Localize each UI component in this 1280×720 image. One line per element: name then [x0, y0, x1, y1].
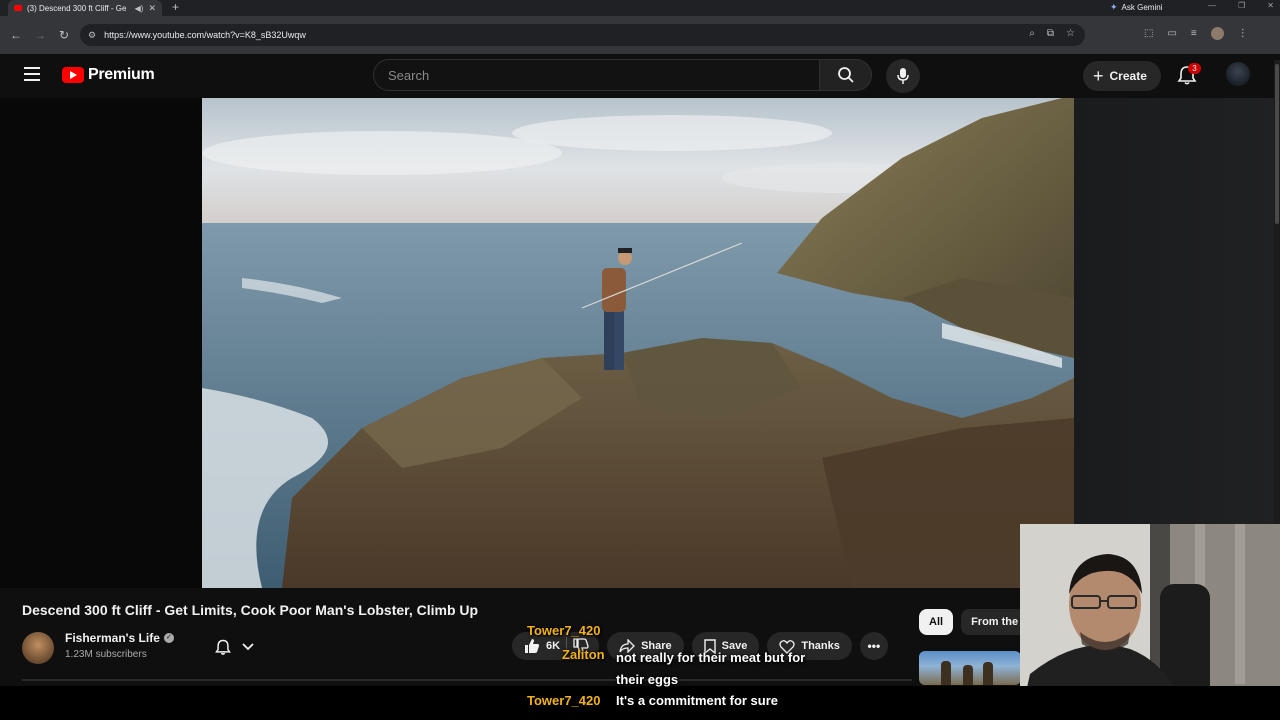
- subscriber-count: 1.23M subscribers: [65, 649, 147, 660]
- site-info-icon[interactable]: ⚙: [88, 30, 96, 41]
- forward-icon[interactable]: →: [28, 28, 52, 42]
- gemini-sparkle-icon: ✦: [1110, 2, 1118, 12]
- left-ambient-area: [0, 98, 202, 588]
- channel-avatar[interactable]: [22, 632, 54, 664]
- subscription-notifications-button[interactable]: [202, 634, 266, 660]
- thumbnail-figure: [941, 661, 951, 685]
- right-ambient-area: [1074, 98, 1280, 528]
- install-icon[interactable]: ⧉: [1047, 28, 1054, 39]
- browser-extension-icons: ⬚ ▭ ≡ ⋮: [1144, 27, 1248, 40]
- hamburger-menu-icon[interactable]: [24, 67, 40, 81]
- tab-close-icon[interactable]: ✕: [148, 3, 156, 14]
- ask-gemini-label: Ask Gemini: [1121, 3, 1163, 12]
- youtube-masthead: Premium + Create 3: [0, 54, 1280, 98]
- ask-gemini-button[interactable]: ✦ Ask Gemini: [1110, 1, 1162, 14]
- channel-row: Fisherman's Life ✓ 1.23M subscribers: [22, 630, 542, 666]
- verified-check-icon: ✓: [163, 633, 174, 643]
- back-icon[interactable]: ←: [4, 28, 28, 42]
- youtube-play-logo-icon: [62, 67, 84, 83]
- like-button[interactable]: 6K: [524, 638, 560, 654]
- chat-username: Zaliton: [562, 647, 605, 662]
- create-label: Create: [1109, 69, 1147, 83]
- chip-all[interactable]: All: [919, 609, 954, 635]
- video-frame-image: [202, 98, 1074, 588]
- notification-count-badge: 3: [1188, 63, 1201, 74]
- browser-toolbar: ← → ↻ ⚙ https://www.youtube.com/watch?v=…: [0, 16, 1280, 54]
- microphone-icon: [897, 68, 909, 84]
- thumbnail-figure: [963, 665, 973, 685]
- thumbs-up-icon: [525, 639, 539, 653]
- tab-title: (3) Descend 300 ft Cliff - Ge: [27, 3, 127, 13]
- create-button[interactable]: + Create: [1083, 61, 1161, 91]
- channel-name: Fisherman's Life: [65, 631, 160, 645]
- youtube-favicon-icon: [14, 5, 22, 11]
- window-controls: — ❐ ✕: [1208, 1, 1274, 10]
- new-tab-button[interactable]: +: [172, 0, 179, 14]
- account-avatar[interactable]: [1226, 62, 1250, 86]
- close-window-icon[interactable]: ✕: [1267, 1, 1274, 10]
- browser-tabstrip: (3) Descend 300 ft Cliff - Ge ◀) ✕ + ✦ A…: [0, 0, 1280, 16]
- minimize-icon[interactable]: —: [1208, 1, 1216, 10]
- media-controls-icon[interactable]: ≡: [1191, 28, 1197, 39]
- chevron-down-icon: [242, 643, 254, 651]
- search-input[interactable]: [388, 67, 819, 83]
- zoom-icon[interactable]: ⌕: [1029, 28, 1035, 39]
- url-text[interactable]: https://www.youtube.com/watch?v=K8_sB32U…: [104, 30, 306, 40]
- bookmark-star-icon[interactable]: ☆: [1066, 28, 1075, 39]
- maximize-icon[interactable]: ❐: [1238, 1, 1245, 10]
- related-filter-chips: All From the: [919, 609, 1029, 635]
- bell-icon: [215, 639, 231, 655]
- omnibox-actions: ⌕ ⧉ ☆: [1029, 28, 1075, 39]
- thumbnail-figure: [983, 662, 993, 685]
- browser-menu-icon[interactable]: ⋮: [1238, 28, 1248, 39]
- chat-message: not really for their meat but for their …: [616, 650, 806, 687]
- video-title: Descend 300 ft Cliff - Get Limits, Cook …: [22, 602, 479, 618]
- sidepanel-icon[interactable]: ▭: [1167, 28, 1176, 39]
- speaker-icon[interactable]: ◀): [135, 4, 144, 13]
- chat-message: It's a commitment for sure: [616, 693, 779, 708]
- extensions-icon[interactable]: ⬚: [1144, 28, 1153, 39]
- reload-icon[interactable]: ↻: [52, 28, 76, 42]
- like-count: 6K: [546, 640, 561, 652]
- browser-tab-youtube[interactable]: (3) Descend 300 ft Cliff - Ge ◀) ✕: [8, 0, 162, 16]
- scrollbar-thumb[interactable]: [1275, 64, 1279, 224]
- video-player[interactable]: [202, 98, 1074, 588]
- chat-username: Tower7_420: [527, 623, 601, 638]
- browser-profile-avatar[interactable]: [1210, 27, 1224, 40]
- channel-name-link[interactable]: Fisherman's Life ✓: [65, 631, 174, 645]
- search-icon: [837, 67, 854, 83]
- chat-username: Tower7_420: [527, 693, 601, 708]
- search-box: [373, 59, 820, 91]
- chip-from-channel[interactable]: From the: [961, 609, 1029, 635]
- search-button[interactable]: [820, 59, 872, 91]
- recommended-video-thumbnail[interactable]: [919, 651, 1021, 685]
- address-bar[interactable]: ⚙ https://www.youtube.com/watch?v=K8_sB3…: [80, 24, 1085, 46]
- voice-search-button[interactable]: [886, 59, 920, 93]
- youtube-premium-logo[interactable]: Premium: [62, 66, 155, 84]
- logo-text: Premium: [88, 66, 155, 83]
- plus-icon: +: [1093, 66, 1104, 86]
- more-actions-button[interactable]: •••: [859, 632, 888, 660]
